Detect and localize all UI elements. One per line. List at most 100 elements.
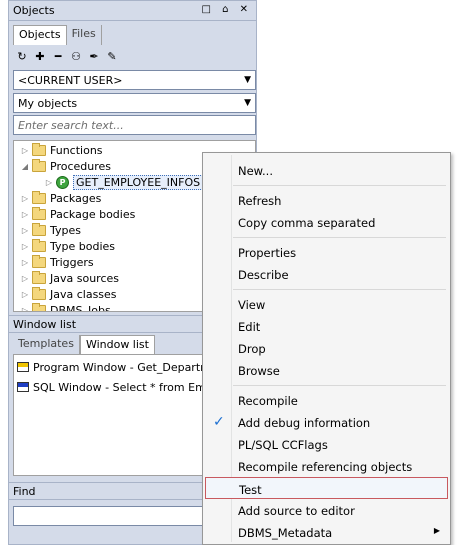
menu-item-label: Drop <box>238 342 266 356</box>
panel-window-controls[interactable]: □ ⌂ ✕ <box>201 4 252 15</box>
panel-title: Objects <box>13 4 55 17</box>
tree-node-get-employee-infos[interactable]: ▷ P GET_EMPLOYEE_INFOS <box>44 174 204 190</box>
tree-node-label: Java sources <box>50 271 119 285</box>
checkmark-icon: ✓ <box>213 414 225 430</box>
tree-node-type-bodies[interactable]: ▷ Type bodies <box>20 238 115 254</box>
folder-icon <box>32 254 46 268</box>
expand-icon[interactable]: ▷ <box>20 210 30 219</box>
expand-icon[interactable]: ▷ <box>20 274 30 283</box>
menu-item-test[interactable]: Test <box>205 477 448 499</box>
menu-item-describe[interactable]: Describe <box>205 263 448 285</box>
menu-item-plsql-ccflags[interactable]: PL/SQL CCFlags <box>205 433 448 455</box>
menu-item-label: Add source to editor <box>238 504 355 518</box>
tree-node-label: Procedures <box>50 159 111 173</box>
menu-item-label: Refresh <box>238 194 282 208</box>
menu-item-recompile[interactable]: Recompile <box>205 389 448 411</box>
user-combo[interactable]: <CURRENT USER> ▼ <box>13 70 256 90</box>
menu-item-refresh[interactable]: Refresh <box>205 189 448 211</box>
menu-item-label: Describe <box>238 268 289 282</box>
expand-icon[interactable]: ▷ <box>20 146 30 155</box>
menu-item-add-source-to-editor[interactable]: Add source to editor <box>205 499 448 521</box>
folder-icon <box>32 270 46 284</box>
tree-node-label: Packages <box>50 191 102 205</box>
collapse-icon[interactable]: ◢ <box>20 162 30 171</box>
filter-combo[interactable]: My objects ▼ <box>13 93 256 113</box>
menu-separator <box>233 289 446 290</box>
procedure-icon: P <box>56 175 69 189</box>
tree-node-label: Functions <box>50 143 103 157</box>
find-icon[interactable]: ⚇ <box>69 49 83 65</box>
filter-combo-value: My objects <box>18 97 78 110</box>
tree-node-java-classes[interactable]: ▷ Java classes <box>20 286 117 302</box>
tree-node-java-sources[interactable]: ▷ Java sources <box>20 270 119 286</box>
menu-item-label: DBMS_Metadata <box>238 526 333 540</box>
folder-icon <box>32 206 46 220</box>
expand-icon[interactable]: ▷ <box>20 258 30 267</box>
filter-icon[interactable]: ✒ <box>87 49 101 65</box>
menu-item-label: Properties <box>238 246 297 260</box>
sql-window-icon <box>17 382 29 392</box>
folder-icon <box>32 142 46 156</box>
expand-icon[interactable]: ▷ <box>20 242 30 251</box>
user-combo-value: <CURRENT USER> <box>18 74 123 87</box>
menu-item-label: Edit <box>238 320 261 334</box>
folder-icon <box>32 190 46 204</box>
tab-window-list[interactable]: Window list <box>79 335 155 355</box>
submenu-arrow-icon: ▶ <box>433 526 440 535</box>
menu-item-label: Browse <box>238 364 280 378</box>
expand-icon[interactable]: ▷ <box>20 306 30 312</box>
menu-item-label: Copy comma separated <box>238 216 376 230</box>
tree-node-dbms-jobs[interactable]: ▷ DBMS_Jobs <box>20 302 111 312</box>
folder-icon <box>32 222 46 236</box>
menu-item-label: PL/SQL CCFlags <box>238 438 328 452</box>
context-menu: New... Refresh Copy comma separated Prop… <box>202 152 451 545</box>
menu-item-label: Recompile referencing objects <box>238 460 413 474</box>
tab-templates[interactable]: Templates <box>13 335 80 355</box>
chevron-down-icon: ▼ <box>244 98 251 108</box>
tree-node-packages[interactable]: ▷ Packages <box>20 190 101 206</box>
tab-files[interactable]: Files <box>67 25 102 45</box>
tab-objects[interactable]: Objects <box>13 25 67 45</box>
tree-node-label-selected: GET_EMPLOYEE_INFOS <box>73 174 204 190</box>
menu-item-properties[interactable]: Properties <box>205 241 448 263</box>
menu-item-recompile-referencing-objects[interactable]: Recompile referencing objects <box>205 455 448 477</box>
menu-item-edit[interactable]: Edit <box>205 315 448 337</box>
refresh-icon[interactable]: ↻ <box>15 49 29 65</box>
delete-icon[interactable]: ━ <box>51 49 65 65</box>
expand-icon[interactable]: ▷ <box>44 178 54 187</box>
menu-item-label: Recompile <box>238 394 298 408</box>
menu-item-browse[interactable]: Browse <box>205 359 448 381</box>
tree-node-label: Package bodies <box>50 207 136 221</box>
tree-node-triggers[interactable]: ▷ Triggers <box>20 254 94 270</box>
menu-item-label: View <box>238 298 266 312</box>
tree-node-label: Java classes <box>50 287 117 301</box>
objects-tabs: Objects Files <box>13 25 102 45</box>
folder-open-icon <box>32 158 46 172</box>
tree-node-label: Triggers <box>50 255 94 269</box>
menu-item-copy-comma-separated[interactable]: Copy comma separated <box>205 211 448 233</box>
menu-item-view[interactable]: View <box>205 293 448 315</box>
new-icon[interactable]: ✚ <box>33 49 47 65</box>
objects-toolbar: ↻ ✚ ━ ⚇ ✒ ✎ <box>15 49 119 67</box>
menu-item-label: New... <box>238 164 273 178</box>
folder-icon <box>32 302 46 311</box>
menu-separator <box>233 237 446 238</box>
menu-item-dbms-metadata[interactable]: DBMS_Metadata ▶ <box>205 521 448 543</box>
tree-node-procedures[interactable]: ◢ Procedures <box>20 158 111 174</box>
bottom-tabs: Templates Window list <box>13 335 155 355</box>
search-input[interactable]: Enter search text... <box>13 115 256 135</box>
menu-item-new[interactable]: New... <box>205 159 448 181</box>
expand-icon[interactable]: ▷ <box>20 290 30 299</box>
expand-icon[interactable]: ▷ <box>20 194 30 203</box>
tree-node-label: Types <box>50 223 81 237</box>
tree-node-package-bodies[interactable]: ▷ Package bodies <box>20 206 135 222</box>
tree-node-functions[interactable]: ▷ Functions <box>20 142 103 158</box>
menu-item-drop[interactable]: Drop <box>205 337 448 359</box>
menu-item-label: Add debug information <box>238 416 371 430</box>
expand-icon[interactable]: ▷ <box>20 226 30 235</box>
filter-edit-icon[interactable]: ✎ <box>105 49 119 65</box>
menu-item-add-debug-information[interactable]: ✓ Add debug information <box>205 411 448 433</box>
folder-icon <box>32 238 46 252</box>
tree-node-types[interactable]: ▷ Types <box>20 222 81 238</box>
menu-separator <box>233 185 446 186</box>
